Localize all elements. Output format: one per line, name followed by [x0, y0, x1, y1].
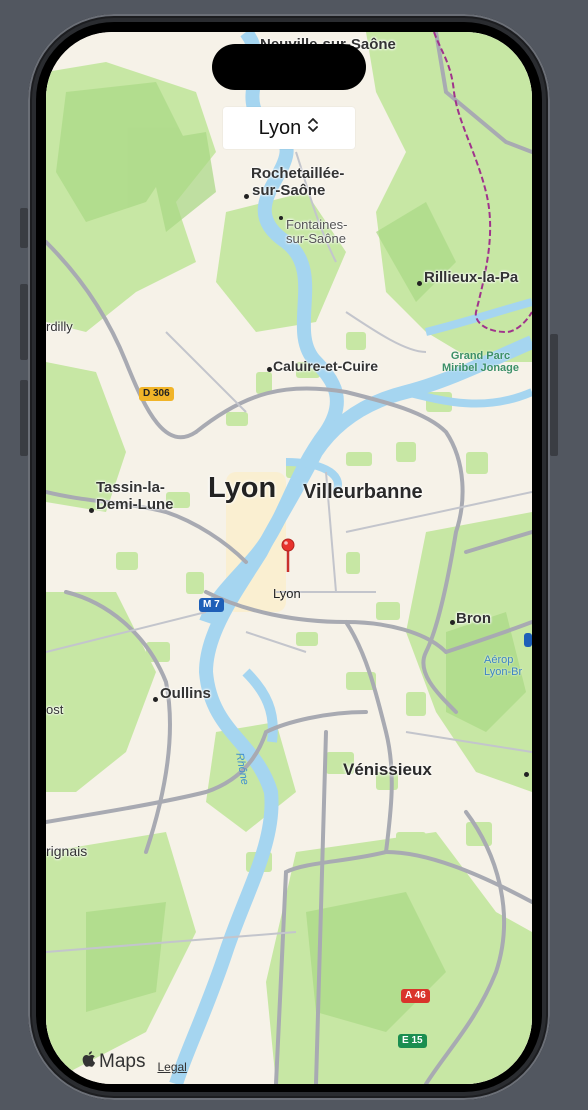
label-villeurbanne: Villeurbanne: [303, 481, 423, 503]
label-oullins: Oullins: [160, 685, 211, 702]
side-button-left-2: [20, 284, 28, 360]
label-venissieux: Vénissieux: [343, 760, 432, 779]
side-button-left-1: [20, 208, 28, 248]
place-dot: [450, 620, 455, 625]
maps-wordmark: Maps: [99, 1051, 146, 1072]
road-shield-m7: M 7: [199, 598, 224, 612]
label-caluire: Caluire-et-Cuire: [273, 358, 379, 374]
map-attribution: Maps Legal: [82, 1050, 187, 1074]
place-dot: [89, 508, 94, 513]
label-dilly: rdilly: [46, 319, 73, 334]
label-lyon: Lyon: [208, 472, 277, 504]
apple-icon: [82, 1050, 97, 1074]
dynamic-island: [212, 44, 366, 90]
label-ost: ost: [46, 702, 64, 717]
place-dot: [279, 216, 283, 220]
label-rochetaillee-line1: Rochetaillée-: [251, 165, 345, 182]
place-dot: [153, 697, 158, 702]
location-picker[interactable]: Lyon: [223, 107, 355, 149]
label-rignais: rignais: [46, 843, 88, 859]
place-dot: [417, 281, 422, 286]
label-tassin-line1: Tassin-la-: [96, 479, 165, 496]
label-tassin-line2: Demi-Lune: [96, 496, 174, 513]
label-bron: Bron: [456, 610, 491, 627]
label-rillieux: Rillieux-la-Pa: [424, 269, 519, 286]
road-shield-e15: E 15: [398, 1034, 427, 1048]
side-button-left-3: [20, 380, 28, 456]
label-aeroport: Aérop Lyon-Br: [484, 654, 523, 679]
label-rochetaillee-line2: sur-Saône: [252, 182, 326, 199]
picker-selected-value: Lyon: [258, 116, 302, 139]
side-button-right: [550, 334, 558, 456]
road-shield-partial: [524, 633, 532, 647]
road-shield-d306: D 306: [139, 387, 174, 401]
label-fontaines-line2: sur-Saône: [286, 231, 346, 246]
label-fontaines-line1: Fontaines-: [286, 217, 348, 232]
road-shield-a46: A 46: [401, 989, 430, 1003]
pin-label: Lyon: [273, 586, 301, 601]
legal-link[interactable]: Legal: [157, 1060, 186, 1074]
place-dot: [244, 194, 249, 199]
screen: Neuville-sur-Saône Rochetaillée- sur-Saô…: [46, 32, 532, 1084]
place-dot: [524, 772, 529, 777]
place-dot: [267, 367, 272, 372]
apple-maps-logo: Maps: [82, 1050, 145, 1074]
label-grand-parc: Grand Parc Miribel Jonage: [442, 350, 520, 375]
chevron-up-down-icon: [307, 116, 319, 140]
